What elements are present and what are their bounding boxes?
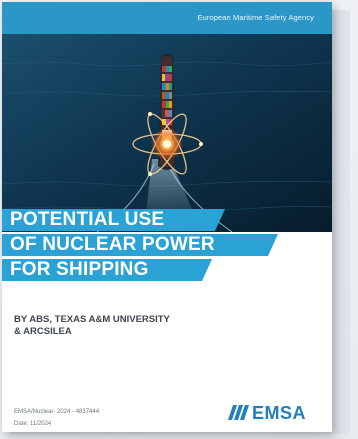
title-line-3: FOR SHIPPING [2, 259, 212, 281]
cover-image [2, 34, 332, 232]
agency-name: European Maritime Safety Agency [197, 13, 314, 22]
emsa-logo: EMSA [228, 403, 320, 423]
header-strip: European Maritime Safety Agency [2, 2, 332, 34]
authors-block: BY ABS, TEXAS A&M UNIVERSITY & ARCSILEA [14, 314, 170, 338]
container-ship-with-atom-icon [2, 34, 332, 232]
report-cover[interactable]: European Maritime Safety Agency POTENTIA… [2, 2, 332, 432]
authors-line-2: & ARCSILEA [14, 326, 72, 337]
logo-wordmark: EMSA [252, 403, 307, 423]
title-line-2: OF NUCLEAR POWER [2, 234, 278, 256]
authors-line-1: BY ABS, TEXAS A&M UNIVERSITY [14, 314, 170, 325]
emsa-logo-stripes-icon [228, 405, 249, 420]
title-line-1: POTENTIAL USE [2, 209, 225, 231]
document-reference: EMSA/Nuclear- 2024 - 4837444 [14, 409, 100, 415]
reference-block: EMSA/Nuclear- 2024 - 4837444 Date: 11/20… [14, 406, 99, 430]
document-date: Date: 11/2024 [14, 421, 52, 427]
